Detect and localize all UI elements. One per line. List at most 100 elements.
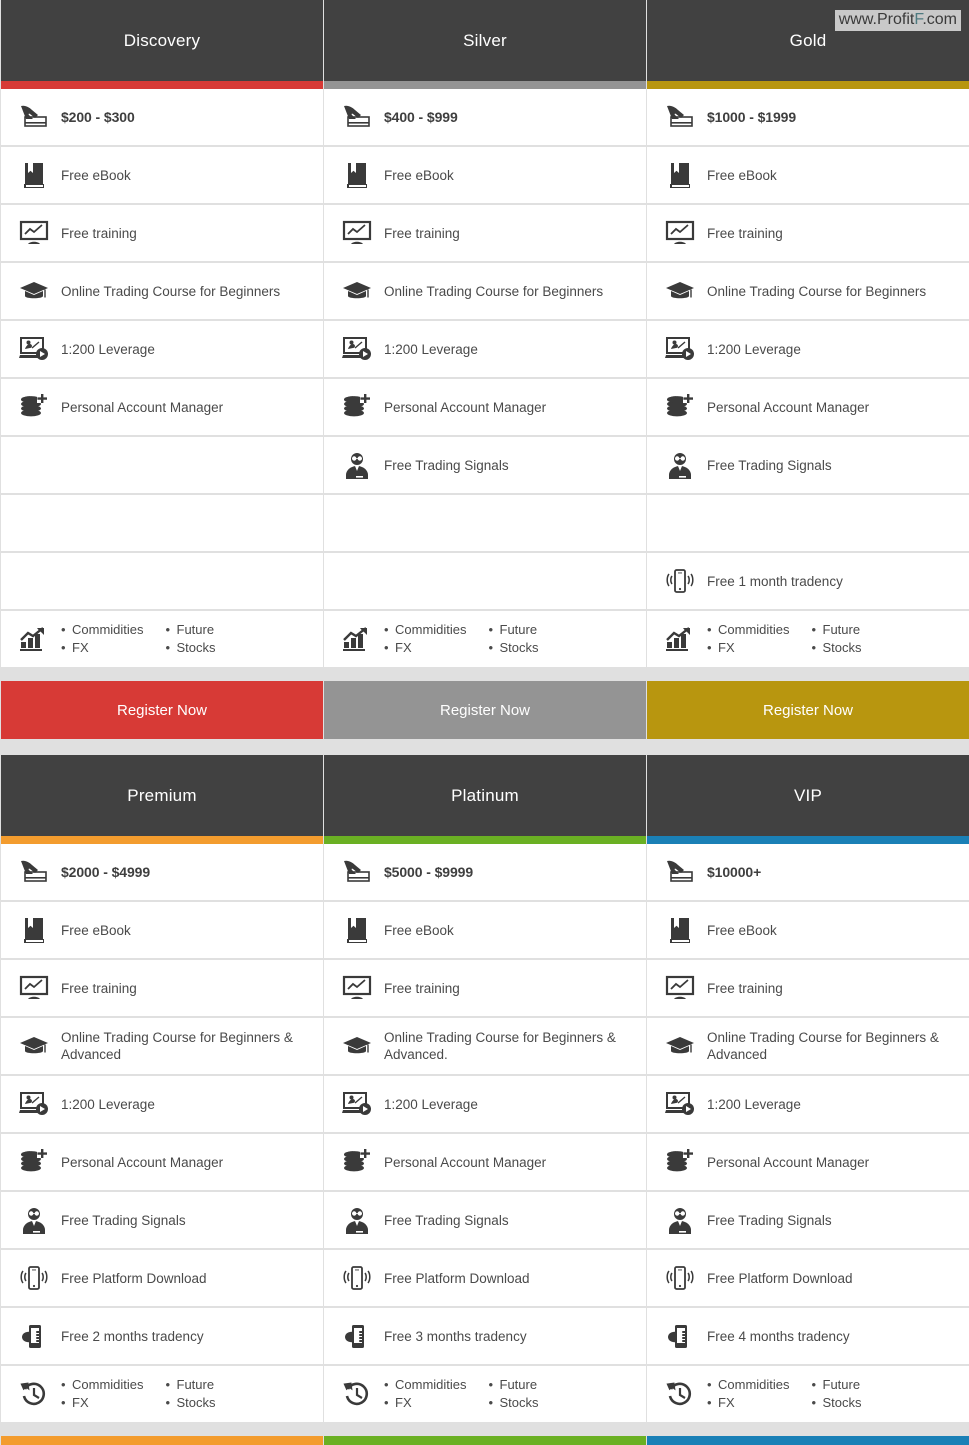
monitor-chart-icon: [336, 969, 378, 1007]
feature-row: Free Trading Signals: [324, 1192, 646, 1250]
feature-row: $2000 - $4999: [1, 844, 323, 902]
column-gutter: [1, 739, 323, 755]
plan-price: $1000 - $1999: [701, 109, 796, 126]
plan-title: Gold: [647, 31, 969, 51]
feature-row: Free 3 months tradency: [324, 1308, 646, 1366]
feature-row: Personal Account Manager: [324, 379, 646, 437]
bar-chart-arrow-icon: [659, 620, 701, 658]
pricing-column-vip: VIP$10000+Free eBookFree trainingOnline …: [647, 755, 969, 1445]
feature-row: Free Trading Signals: [324, 437, 646, 495]
asset-bullet-item: Commidities: [61, 621, 166, 639]
book-icon: [336, 911, 378, 949]
businessman-icon: [336, 446, 378, 484]
feature-label: Free Platform Download: [701, 1270, 853, 1287]
feature-label: Free eBook: [701, 167, 777, 184]
asset-bullet-list: CommiditiesFutureFXStocks: [55, 1376, 270, 1412]
feature-row: CommiditiesFutureFXStocks: [324, 611, 646, 669]
hand-card-icon: [659, 98, 701, 136]
feature-row: $1000 - $1999: [647, 89, 969, 147]
feature-label: Personal Account Manager: [378, 1154, 546, 1171]
feature-label: Free 1 month tradency: [701, 573, 843, 590]
feature-row: CommiditiesFutureFXStocks: [1, 1366, 323, 1424]
plan-header: VIP: [647, 755, 969, 836]
asset-bullet-list: CommiditiesFutureFXStocks: [378, 621, 593, 657]
asset-bullet-item: Commidities: [707, 621, 812, 639]
hand-card-icon: [13, 853, 55, 891]
asset-bullet-item: Commidities: [384, 1376, 489, 1394]
phone-signal-icon: [336, 1259, 378, 1297]
plan-title: Silver: [324, 31, 646, 51]
feature-label-selected: Personal Account Manager: [61, 400, 223, 415]
feature-row: Free training: [647, 960, 969, 1018]
feature-label: Free training: [55, 225, 137, 242]
feature-label: Online Trading Course for Beginners & Ad…: [701, 1029, 959, 1063]
feature-label: Personal Account Manager: [378, 399, 546, 416]
laptop-play-icon: [13, 330, 55, 368]
monitor-chart-icon: [659, 214, 701, 252]
feature-label: Free 3 months tradency: [378, 1328, 527, 1345]
feature-row: Free 2 months tradency: [1, 1308, 323, 1366]
column-spacer: [647, 669, 969, 681]
asset-bullet-item: FX: [61, 639, 166, 657]
plan-accent-bar: [647, 836, 969, 844]
register-now-button[interactable]: Register Now: [1, 681, 323, 739]
watermark-post: .com: [922, 11, 957, 28]
feature-label: Free eBook: [55, 167, 131, 184]
graduation-cap-icon: [659, 272, 701, 310]
feature-row: Free Platform Download: [1, 1250, 323, 1308]
column-gutter: [647, 739, 969, 755]
feature-row: $5000 - $9999: [324, 844, 646, 902]
phone-signal-icon: [659, 562, 701, 600]
register-now-button[interactable]: Register Now: [1, 1436, 323, 1445]
clock-history-icon: [659, 1375, 701, 1413]
asset-bullet-item: FX: [384, 1394, 489, 1412]
plan-accent-bar: [324, 836, 646, 844]
feature-label: 1:200 Leverage: [378, 1096, 478, 1113]
register-now-button[interactable]: Register Now: [324, 1436, 646, 1445]
feature-row: Online Trading Course for Beginners & Ad…: [1, 1018, 323, 1076]
feature-row: Free Trading Signals: [647, 1192, 969, 1250]
plan-price: $400 - $999: [378, 109, 458, 126]
asset-bullet-item: Future: [166, 621, 271, 639]
asset-bullet-list: CommiditiesFutureFXStocks: [55, 621, 270, 657]
register-now-button[interactable]: Register Now: [647, 1436, 969, 1445]
graduation-cap-icon: [336, 272, 378, 310]
businessman-icon: [659, 1201, 701, 1239]
column-spacer: [1, 1424, 323, 1436]
feature-row: Free eBook: [324, 147, 646, 205]
phone-signal-icon: [13, 1259, 55, 1297]
feature-label: Free training: [378, 225, 460, 242]
feature-row-empty: [1, 495, 323, 553]
feature-row: Free eBook: [1, 902, 323, 960]
laptop-play-icon: [659, 1085, 701, 1123]
feature-row: Free Trading Signals: [647, 437, 969, 495]
register-now-button[interactable]: Register Now: [324, 681, 646, 739]
asset-bullet-item: Commidities: [61, 1376, 166, 1394]
feature-label: Free training: [701, 225, 783, 242]
asset-bullet-item: Stocks: [812, 1394, 917, 1412]
feature-row: Personal Account Manager: [324, 1134, 646, 1192]
graduation-cap-icon: [13, 272, 55, 310]
plan-price: $10000+: [701, 864, 761, 881]
asset-bullet-list: CommiditiesFutureFXStocks: [701, 621, 916, 657]
asset-bullet-item: Stocks: [812, 639, 917, 657]
feature-row: 1:200 Leverage: [647, 1076, 969, 1134]
register-now-button[interactable]: Register Now: [647, 681, 969, 739]
asset-bullet-item: FX: [707, 1394, 812, 1412]
feature-label: Online Trading Course for Beginners & Ad…: [55, 1029, 313, 1063]
book-icon: [13, 911, 55, 949]
feature-row: Free training: [1, 960, 323, 1018]
bar-chart-arrow-icon: [336, 620, 378, 658]
plan-header: Premium: [1, 755, 323, 836]
feature-row: Personal Account Manager: [647, 1134, 969, 1192]
pricing-column-platinum: Platinum$5000 - $9999Free eBookFree trai…: [324, 755, 646, 1445]
column-spacer: [324, 1424, 646, 1436]
hand-card-icon: [13, 98, 55, 136]
laptop-play-icon: [336, 330, 378, 368]
feature-label: Online Trading Course for Beginners & Ad…: [378, 1029, 636, 1063]
hand-card-icon: [336, 98, 378, 136]
feature-label: 1:200 Leverage: [701, 1096, 801, 1113]
pricing-grid-row-1: Discovery$200 - $300Free eBookFree train…: [0, 0, 969, 755]
feature-label: Online Trading Course for Beginners: [378, 283, 603, 300]
feature-label: Personal Account Manager: [701, 1154, 869, 1171]
